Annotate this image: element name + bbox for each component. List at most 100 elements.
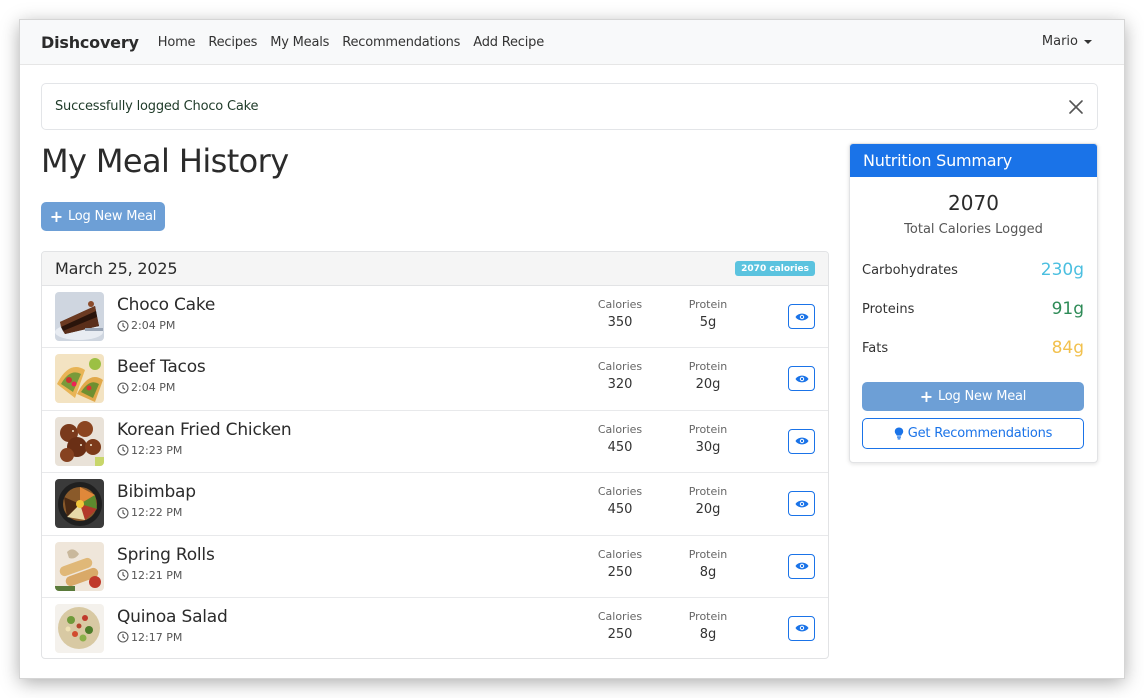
calories-stat: Calories 320 <box>585 360 655 392</box>
clock-icon <box>117 382 129 394</box>
meal-time: 12:23 PM <box>117 444 182 457</box>
macro-row-fats: Fats 84g <box>862 334 1084 358</box>
meal-row: Beef Tacos 2:04 PM Calories 320 Protein … <box>42 348 828 411</box>
view-meal-button[interactable] <box>788 491 815 517</box>
calories-badge: 2070 calories <box>735 261 815 276</box>
nutrition-summary-title: Nutrition Summary <box>850 144 1097 177</box>
nav-link-add-recipe[interactable]: Add Recipe <box>473 35 544 50</box>
navbar: Dishcovery Home Recipes My Meals Recomme… <box>20 20 1124 65</box>
calories-value: 450 <box>607 439 633 455</box>
calories-stat: Calories 250 <box>585 548 655 580</box>
plus-icon: + <box>49 206 63 226</box>
calories-stat: Calories 450 <box>585 423 655 455</box>
macro-label: Fats <box>862 341 889 356</box>
nav-link-home[interactable]: Home <box>158 35 196 50</box>
meal-thumbnail <box>55 416 104 466</box>
log-new-meal-button[interactable]: + Log New Meal <box>41 202 165 231</box>
meal-time: 12:22 PM <box>117 506 182 519</box>
lightbulb-icon <box>894 427 903 440</box>
calories-label: Calories <box>597 422 643 436</box>
meal-date: March 25, 2025 <box>55 259 178 278</box>
meal-thumbnail <box>55 292 104 341</box>
clock-icon <box>117 507 129 519</box>
meal-name: Korean Fried Chicken <box>117 419 292 440</box>
macro-row-carbohydrates: Carbohydrates 230g <box>862 256 1084 280</box>
meal-time-label: 12:23 PM <box>131 443 183 457</box>
eye-icon <box>795 375 808 383</box>
calories-stat: Calories 250 <box>585 610 655 642</box>
close-icon[interactable] <box>1068 99 1084 115</box>
protein-value: 30g <box>695 439 721 455</box>
protein-value: 20g <box>695 377 721 393</box>
view-meal-button[interactable] <box>788 366 815 392</box>
protein-value: 5g <box>699 315 717 330</box>
macro-row-proteins: Proteins 91g <box>862 295 1084 319</box>
view-meal-button[interactable] <box>788 553 815 579</box>
app-window: Dishcovery Home Recipes My Meals Recomme… <box>20 20 1124 678</box>
protein-label: Protein <box>688 360 728 374</box>
meal-row: Korean Fried Chicken 12:23 PM Calories 4… <box>42 411 828 474</box>
nav-link-my-meals[interactable]: My Meals <box>270 35 329 50</box>
meal-time-label: 2:04 PM <box>131 319 176 332</box>
calories-value: 250 <box>607 626 633 642</box>
nav-link-recipes[interactable]: Recipes <box>208 35 257 50</box>
view-meal-button[interactable] <box>788 428 815 454</box>
protein-stat: Protein 5g <box>673 298 743 330</box>
meal-row: Bibimbap 12:22 PM Calories 450 Protein 2… <box>42 473 828 536</box>
meal-thumbnail <box>55 541 104 591</box>
meal-row: Quinoa Salad 12:17 PM Calories 250 Prote… <box>42 598 828 658</box>
protein-label: Protein <box>688 609 728 623</box>
calories-value: 450 <box>607 502 633 518</box>
meal-time-label: 2:04 PM <box>131 381 176 395</box>
summary-log-new-meal-button[interactable]: + Log New Meal <box>862 382 1084 411</box>
protein-stat: Protein 8g <box>673 610 743 642</box>
get-recommendations-button[interactable]: Get Recommendations <box>862 418 1084 449</box>
protein-stat: Protein 30g <box>673 423 743 455</box>
meal-time: 2:04 PM <box>117 381 175 394</box>
macro-value: 84g <box>1051 338 1084 358</box>
protein-value: 20g <box>695 502 721 518</box>
success-alert: Successfully logged Choco Cake <box>41 83 1098 130</box>
calories-stat: Calories 350 <box>585 298 655 330</box>
protein-stat: Protein 8g <box>673 548 743 580</box>
meal-name: Quinoa Salad <box>117 606 228 627</box>
meal-time-label: 12:22 PM <box>131 506 183 520</box>
protein-label: Protein <box>688 422 728 436</box>
calories-label: Calories <box>597 298 643 311</box>
meal-name: Bibimbap <box>117 482 196 503</box>
summary-log-new-meal-label: Log New Meal <box>937 389 1027 404</box>
protein-label: Protein <box>688 485 728 499</box>
calories-label: Calories <box>597 485 643 499</box>
eye-icon <box>795 562 808 570</box>
protein-value: 8g <box>699 626 717 642</box>
nav-link-recommendations[interactable]: Recommendations <box>342 35 460 50</box>
caret-down-icon <box>1084 39 1092 44</box>
meal-thumbnail <box>55 479 104 529</box>
view-meal-button[interactable] <box>788 304 815 329</box>
meal-time: 12:17 PM <box>117 631 182 644</box>
clock-icon <box>117 631 129 644</box>
user-name: Mario <box>1041 34 1078 49</box>
calories-label: Calories <box>597 360 643 374</box>
calories-value: 250 <box>607 564 633 580</box>
brand-logo[interactable]: Dishcovery <box>41 33 139 52</box>
protein-label: Protein <box>688 298 728 311</box>
meal-thumbnail <box>55 354 104 404</box>
eye-icon <box>795 500 808 508</box>
protein-stat: Protein 20g <box>673 485 743 517</box>
view-meal-button[interactable] <box>788 615 815 641</box>
user-dropdown[interactable]: Mario <box>1042 34 1092 49</box>
macro-value: 91g <box>1051 299 1084 319</box>
protein-value: 8g <box>699 564 717 580</box>
meal-time-label: 12:21 PM <box>131 568 183 582</box>
log-new-meal-label: Log New Meal <box>67 209 157 224</box>
meal-time: 12:21 PM <box>117 569 182 582</box>
eye-icon <box>795 625 808 632</box>
eye-icon <box>795 437 808 445</box>
calories-stat: Calories 450 <box>585 485 655 517</box>
meal-name: Choco Cake <box>117 295 216 315</box>
meal-thumbnail <box>55 603 104 653</box>
calories-label: Calories <box>597 547 643 561</box>
clock-icon <box>117 444 129 456</box>
meal-time-label: 12:17 PM <box>131 630 183 644</box>
